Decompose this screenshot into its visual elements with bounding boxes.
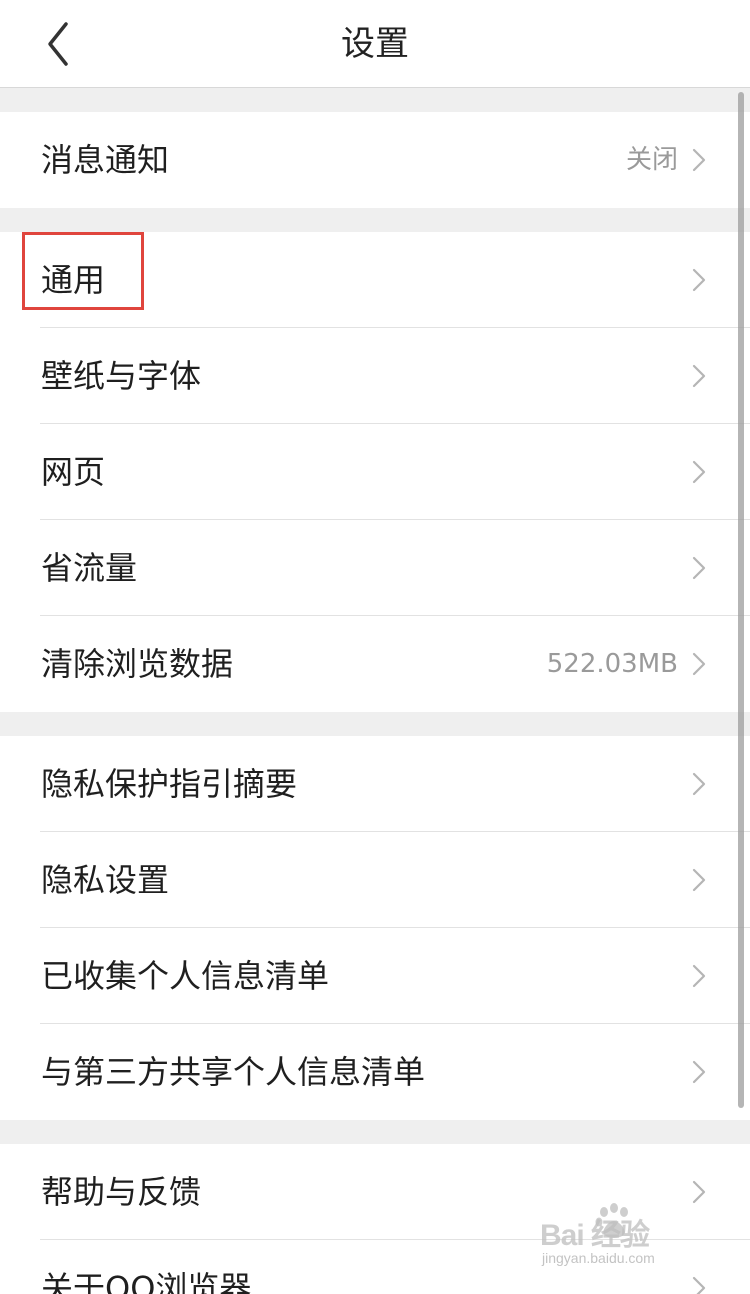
settings-item-wallpaper-font[interactable]: 壁纸与字体 — [0, 328, 750, 424]
settings-item-label: 关于QQ浏览器 — [41, 1269, 252, 1294]
settings-item-label: 省流量 — [41, 549, 138, 587]
settings-item-general[interactable]: 通用 — [0, 232, 750, 328]
settings-item-label: 隐私设置 — [41, 861, 170, 899]
chevron-right-icon — [692, 1180, 706, 1204]
settings-item-privacy-summary[interactable]: 隐私保护指引摘要 — [0, 736, 750, 832]
settings-item-label: 帮助与反馈 — [41, 1173, 202, 1211]
settings-group-general: 通用 壁纸与字体 网页 省流量 清除浏览数据 522.03MB — [0, 232, 750, 712]
settings-item-data-saver[interactable]: 省流量 — [0, 520, 750, 616]
settings-item-label: 消息通知 — [41, 141, 170, 179]
settings-item-about[interactable]: 关于QQ浏览器 — [0, 1240, 750, 1294]
nav-bar: 设置 — [0, 0, 750, 88]
settings-item-label: 隐私保护指引摘要 — [41, 765, 298, 803]
chevron-right-icon — [692, 868, 706, 892]
settings-item-clear-browsing-data[interactable]: 清除浏览数据 522.03MB — [0, 616, 750, 712]
settings-item-label: 与第三方共享个人信息清单 — [41, 1053, 426, 1091]
chevron-right-icon — [692, 460, 706, 484]
settings-item-label: 已收集个人信息清单 — [41, 957, 330, 995]
settings-group-notifications: 消息通知 关闭 — [0, 112, 750, 208]
settings-item-help-feedback[interactable]: 帮助与反馈 — [0, 1144, 750, 1240]
back-button[interactable] — [30, 14, 90, 74]
settings-item-collected-info-list[interactable]: 已收集个人信息清单 — [0, 928, 750, 1024]
chevron-right-icon — [692, 964, 706, 988]
chevron-right-icon — [692, 1060, 706, 1084]
chevron-left-icon — [48, 22, 68, 66]
settings-page: 设置 消息通知 关闭 通用 壁纸与字体 网页 省流量 清除浏览数据 522.03… — [0, 0, 750, 1294]
cache-size-value: 522.03MB — [546, 649, 678, 679]
page-title: 设置 — [341, 24, 409, 64]
settings-item-label: 通用 — [41, 261, 106, 299]
chevron-right-icon — [692, 268, 706, 292]
scrollbar[interactable] — [738, 92, 744, 1108]
settings-group-privacy: 隐私保护指引摘要 隐私设置 已收集个人信息清单 与第三方共享个人信息清单 — [0, 736, 750, 1120]
chevron-right-icon — [692, 364, 706, 388]
settings-item-notifications[interactable]: 消息通知 关闭 — [0, 112, 750, 208]
settings-item-label: 清除浏览数据 — [41, 645, 234, 683]
settings-item-third-party-sharing-list[interactable]: 与第三方共享个人信息清单 — [0, 1024, 750, 1120]
settings-item-label: 网页 — [41, 453, 106, 491]
chevron-right-icon — [692, 772, 706, 796]
settings-group-help: 帮助与反馈 关于QQ浏览器 — [0, 1144, 750, 1294]
chevron-right-icon — [692, 556, 706, 580]
settings-item-webpage[interactable]: 网页 — [0, 424, 750, 520]
chevron-right-icon — [692, 148, 706, 172]
settings-item-label: 壁纸与字体 — [41, 357, 202, 395]
chevron-right-icon — [692, 1276, 706, 1294]
chevron-right-icon — [692, 652, 706, 676]
settings-item-privacy-settings[interactable]: 隐私设置 — [0, 832, 750, 928]
settings-item-value: 关闭 — [625, 145, 678, 175]
